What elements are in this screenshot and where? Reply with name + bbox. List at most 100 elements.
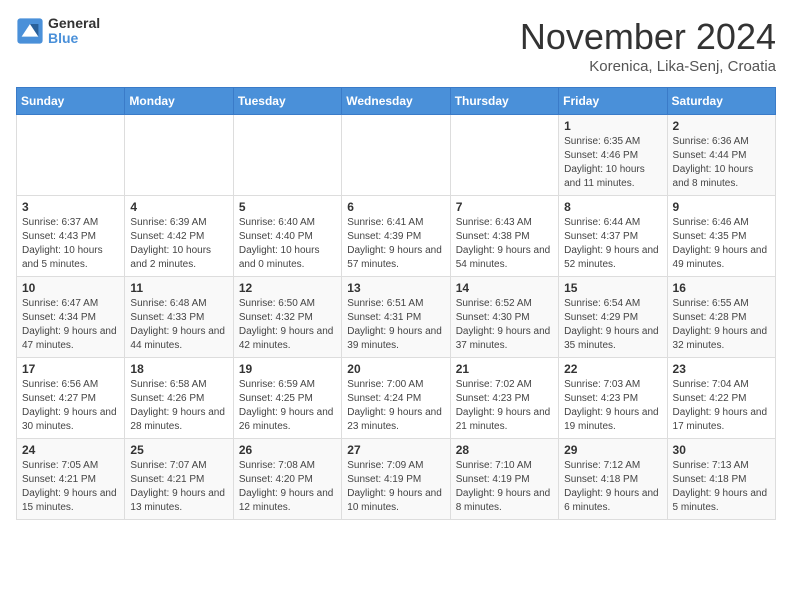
- calendar-cell: 28 Sunrise: 7:10 AM Sunset: 4:19 PM Dayli…: [450, 439, 558, 520]
- day-number: 14: [456, 281, 553, 295]
- day-info: Sunrise: 7:00 AM Sunset: 4:24 PM Dayligh…: [347, 378, 444, 434]
- day-number: 8: [564, 200, 661, 214]
- day-info: Sunrise: 6:51 AM Sunset: 4:31 PM Dayligh…: [347, 297, 444, 353]
- day-number: 3: [22, 200, 119, 214]
- day-info: Sunrise: 7:10 AM Sunset: 4:19 PM Dayligh…: [456, 459, 553, 515]
- day-number: 11: [130, 281, 227, 295]
- day-info: Sunrise: 7:04 AM Sunset: 4:22 PM Dayligh…: [673, 378, 770, 434]
- calendar-cell: 6 Sunrise: 6:41 AM Sunset: 4:39 PM Daylig…: [342, 196, 450, 277]
- day-info: Sunrise: 7:03 AM Sunset: 4:23 PM Dayligh…: [564, 378, 661, 434]
- month-title: November 2024: [520, 16, 776, 58]
- calendar-cell: 2Sunrise: 6:36 AM Sunset: 4:44 PM Daylig…: [667, 115, 775, 196]
- day-info: Sunrise: 6:46 AM Sunset: 4:35 PM Dayligh…: [673, 216, 770, 272]
- day-info: Sunrise: 6:55 AM Sunset: 4:28 PM Dayligh…: [673, 297, 770, 353]
- day-number: 24: [22, 443, 119, 457]
- day-number: 4: [130, 200, 227, 214]
- calendar-cell: 17 Sunrise: 6:56 AM Sunset: 4:27 PM Dayli…: [17, 358, 125, 439]
- day-number: 26: [239, 443, 336, 457]
- day-info: Sunrise: 7:12 AM Sunset: 4:18 PM Dayligh…: [564, 459, 661, 515]
- logo-icon: [16, 17, 44, 45]
- logo-general: General: [48, 16, 100, 31]
- day-number: 6: [347, 200, 444, 214]
- page-header: General Blue November 2024 Korenica, Lik…: [16, 16, 776, 75]
- day-info: Sunrise: 6:50 AM Sunset: 4:32 PM Dayligh…: [239, 297, 336, 353]
- day-number: 15: [564, 281, 661, 295]
- day-info: Sunrise: 6:56 AM Sunset: 4:27 PM Dayligh…: [22, 378, 119, 434]
- logo-blue: Blue: [48, 31, 100, 46]
- day-info: Sunrise: 6:44 AM Sunset: 4:37 PM Dayligh…: [564, 216, 661, 272]
- day-number: 27: [347, 443, 444, 457]
- day-number: 17: [22, 362, 119, 376]
- day-number: 21: [456, 362, 553, 376]
- calendar-cell: 1 Sunrise: 6:35 AM Sunset: 4:46 PM Daylig…: [559, 115, 667, 196]
- calendar-cell: 18 Sunrise: 6:58 AM Sunset: 4:26 PM Dayli…: [125, 358, 233, 439]
- calendar-cell: 11 Sunrise: 6:48 AM Sunset: 4:33 PM Dayli…: [125, 277, 233, 358]
- day-info: Sunrise: 6:39 AM Sunset: 4:42 PM Dayligh…: [130, 216, 227, 272]
- calendar-table: SundayMondayTuesdayWednesdayThursdayFrid…: [16, 87, 776, 520]
- day-number: 22: [564, 362, 661, 376]
- day-info: Sunrise: 6:35 AM Sunset: 4:46 PM Dayligh…: [564, 135, 661, 191]
- header-thursday: Thursday: [450, 88, 558, 115]
- day-number: 1: [564, 119, 661, 133]
- calendar-cell: [450, 115, 558, 196]
- calendar-cell: 9 Sunrise: 6:46 AM Sunset: 4:35 PM Daylig…: [667, 196, 775, 277]
- day-info: Sunrise: 7:09 AM Sunset: 4:19 PM Dayligh…: [347, 459, 444, 515]
- calendar-cell: 12 Sunrise: 6:50 AM Sunset: 4:32 PM Dayli…: [233, 277, 341, 358]
- calendar-cell: [125, 115, 233, 196]
- day-info: Sunrise: 7:08 AM Sunset: 4:20 PM Dayligh…: [239, 459, 336, 515]
- location-subtitle: Korenica, Lika-Senj, Croatia: [520, 58, 776, 75]
- calendar-cell: 27 Sunrise: 7:09 AM Sunset: 4:19 PM Dayli…: [342, 439, 450, 520]
- calendar-cell: 21 Sunrise: 7:02 AM Sunset: 4:23 PM Dayli…: [450, 358, 558, 439]
- day-number: 13: [347, 281, 444, 295]
- calendar-cell: 25Sunrise: 7:07 AM Sunset: 4:21 PM Dayli…: [125, 439, 233, 520]
- calendar-cell: [17, 115, 125, 196]
- day-number: 7: [456, 200, 553, 214]
- day-number: 5: [239, 200, 336, 214]
- calendar-cell: 29 Sunrise: 7:12 AM Sunset: 4:18 PM Dayli…: [559, 439, 667, 520]
- day-number: 20: [347, 362, 444, 376]
- calendar-cell: 13 Sunrise: 6:51 AM Sunset: 4:31 PM Dayli…: [342, 277, 450, 358]
- calendar-cell: 24Sunrise: 7:05 AM Sunset: 4:21 PM Dayli…: [17, 439, 125, 520]
- day-info: Sunrise: 7:13 AM Sunset: 4:18 PM Dayligh…: [673, 459, 770, 515]
- calendar-cell: 20 Sunrise: 7:00 AM Sunset: 4:24 PM Dayli…: [342, 358, 450, 439]
- title-area: November 2024 Korenica, Lika-Senj, Croat…: [520, 16, 776, 75]
- week-row-0: 1 Sunrise: 6:35 AM Sunset: 4:46 PM Daylig…: [17, 115, 776, 196]
- header-tuesday: Tuesday: [233, 88, 341, 115]
- calendar-header: SundayMondayTuesdayWednesdayThursdayFrid…: [17, 88, 776, 115]
- day-number: 23: [673, 362, 770, 376]
- calendar-cell: 19 Sunrise: 6:59 AM Sunset: 4:25 PM Dayli…: [233, 358, 341, 439]
- day-number: 29: [564, 443, 661, 457]
- calendar-cell: 30Sunrise: 7:13 AM Sunset: 4:18 PM Dayli…: [667, 439, 775, 520]
- day-number: 28: [456, 443, 553, 457]
- day-info: Sunrise: 6:59 AM Sunset: 4:25 PM Dayligh…: [239, 378, 336, 434]
- day-info: Sunrise: 6:40 AM Sunset: 4:40 PM Dayligh…: [239, 216, 336, 272]
- day-info: Sunrise: 6:41 AM Sunset: 4:39 PM Dayligh…: [347, 216, 444, 272]
- header-wednesday: Wednesday: [342, 88, 450, 115]
- day-number: 12: [239, 281, 336, 295]
- day-number: 9: [673, 200, 770, 214]
- calendar-cell: 16 Sunrise: 6:55 AM Sunset: 4:28 PM Dayli…: [667, 277, 775, 358]
- day-info: Sunrise: 6:52 AM Sunset: 4:30 PM Dayligh…: [456, 297, 553, 353]
- day-info: Sunrise: 7:02 AM Sunset: 4:23 PM Dayligh…: [456, 378, 553, 434]
- calendar-body: 1 Sunrise: 6:35 AM Sunset: 4:46 PM Daylig…: [17, 115, 776, 520]
- calendar-cell: 14 Sunrise: 6:52 AM Sunset: 4:30 PM Dayli…: [450, 277, 558, 358]
- day-number: 19: [239, 362, 336, 376]
- day-info: Sunrise: 6:58 AM Sunset: 4:26 PM Dayligh…: [130, 378, 227, 434]
- day-info: Sunrise: 6:37 AM Sunset: 4:43 PM Dayligh…: [22, 216, 119, 272]
- calendar-cell: 4 Sunrise: 6:39 AM Sunset: 4:42 PM Daylig…: [125, 196, 233, 277]
- calendar-cell: 22 Sunrise: 7:03 AM Sunset: 4:23 PM Dayli…: [559, 358, 667, 439]
- calendar-cell: [342, 115, 450, 196]
- day-number: 25: [130, 443, 227, 457]
- header-friday: Friday: [559, 88, 667, 115]
- calendar-cell: 5 Sunrise: 6:40 AM Sunset: 4:40 PM Daylig…: [233, 196, 341, 277]
- header-row: SundayMondayTuesdayWednesdayThursdayFrid…: [17, 88, 776, 115]
- day-number: 18: [130, 362, 227, 376]
- day-info: Sunrise: 6:48 AM Sunset: 4:33 PM Dayligh…: [130, 297, 227, 353]
- day-number: 2: [673, 119, 770, 133]
- day-number: 16: [673, 281, 770, 295]
- week-row-2: 10 Sunrise: 6:47 AM Sunset: 4:34 PM Dayli…: [17, 277, 776, 358]
- calendar-cell: 8 Sunrise: 6:44 AM Sunset: 4:37 PM Daylig…: [559, 196, 667, 277]
- day-info: Sunrise: 6:47 AM Sunset: 4:34 PM Dayligh…: [22, 297, 119, 353]
- day-number: 10: [22, 281, 119, 295]
- day-info: Sunrise: 6:54 AM Sunset: 4:29 PM Dayligh…: [564, 297, 661, 353]
